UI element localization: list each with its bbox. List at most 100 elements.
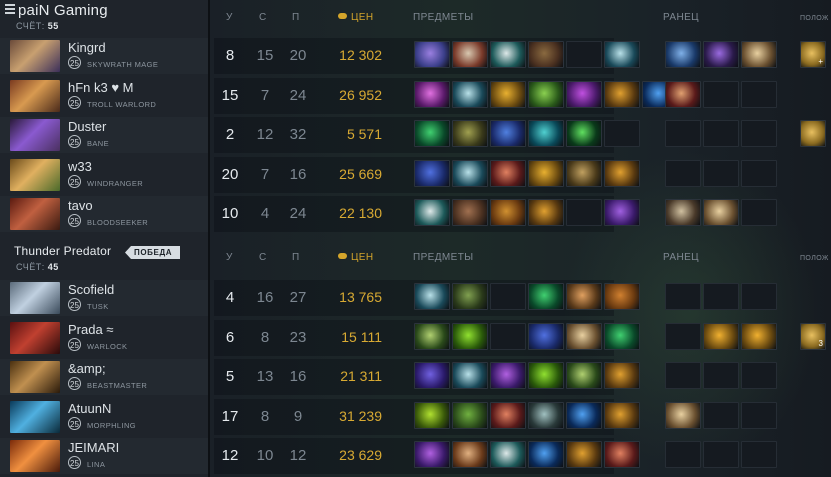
backpack-item-icon[interactable] (741, 323, 777, 350)
item-icon[interactable] (604, 81, 640, 108)
backpack-item-icon[interactable] (741, 41, 777, 68)
item-icon[interactable] (452, 283, 488, 310)
player-card[interactable]: w33 25 WINDRANGER (0, 157, 208, 193)
empty-slot[interactable] (741, 199, 777, 226)
item-icon[interactable] (528, 120, 564, 147)
item-icon[interactable] (452, 120, 488, 147)
empty-slot[interactable] (741, 283, 777, 310)
empty-slot[interactable] (703, 441, 739, 468)
item-icon[interactable] (528, 323, 564, 350)
item-icon[interactable] (566, 402, 602, 429)
item-icon[interactable] (566, 283, 602, 310)
item-icon[interactable] (452, 41, 488, 68)
item-icon[interactable] (452, 402, 488, 429)
item-icon[interactable] (414, 160, 450, 187)
neutral-item-icon[interactable] (800, 120, 826, 147)
player-card[interactable]: &amp; 25 BEASTMASTER (0, 359, 208, 395)
backpack-item-icon[interactable] (665, 402, 701, 429)
empty-slot[interactable] (703, 120, 739, 147)
item-icon[interactable] (566, 441, 602, 468)
backpack-item-icon[interactable] (703, 323, 739, 350)
empty-slot[interactable] (566, 199, 602, 226)
item-icon[interactable] (414, 199, 450, 226)
item-icon[interactable] (452, 323, 488, 350)
item-icon[interactable] (414, 81, 450, 108)
item-icon[interactable] (490, 441, 526, 468)
empty-slot[interactable] (703, 362, 739, 389)
item-icon[interactable] (452, 199, 488, 226)
item-icon[interactable] (490, 120, 526, 147)
item-icon[interactable] (528, 402, 564, 429)
item-icon[interactable] (528, 160, 564, 187)
player-card[interactable]: Duster 25 BANE (0, 117, 208, 153)
backpack-item-icon[interactable] (665, 41, 701, 68)
empty-slot[interactable] (665, 283, 701, 310)
item-icon[interactable] (452, 441, 488, 468)
item-icon[interactable] (566, 323, 602, 350)
player-card[interactable]: Prada ≈25 WARLOCK (0, 320, 208, 356)
empty-slot[interactable] (703, 81, 739, 108)
item-icon[interactable] (528, 199, 564, 226)
menu-icon[interactable] (5, 4, 15, 14)
backpack-item-icon[interactable] (665, 81, 701, 108)
neutral-item-icon[interactable]: 3 (800, 323, 826, 350)
empty-slot[interactable] (490, 323, 526, 350)
item-icon[interactable] (528, 41, 564, 68)
empty-slot[interactable] (490, 283, 526, 310)
item-icon[interactable] (490, 160, 526, 187)
item-icon[interactable] (414, 402, 450, 429)
item-icon[interactable] (604, 199, 640, 226)
empty-slot[interactable] (604, 120, 640, 147)
item-icon[interactable] (566, 362, 602, 389)
item-icon[interactable] (490, 362, 526, 389)
empty-slot[interactable] (703, 402, 739, 429)
backpack-item-icon[interactable] (665, 199, 701, 226)
empty-slot[interactable] (665, 441, 701, 468)
empty-slot[interactable] (741, 441, 777, 468)
empty-slot[interactable] (665, 120, 701, 147)
player-card[interactable]: hFn k3 ♥ M 25 TROLL WARLORD (0, 78, 208, 114)
item-icon[interactable] (528, 362, 564, 389)
item-icon[interactable] (490, 41, 526, 68)
item-icon[interactable] (490, 402, 526, 429)
empty-slot[interactable] (741, 362, 777, 389)
item-icon[interactable] (566, 120, 602, 147)
empty-slot[interactable] (665, 362, 701, 389)
item-icon[interactable] (604, 402, 640, 429)
item-icon[interactable] (604, 41, 640, 68)
backpack-item-icon[interactable] (703, 41, 739, 68)
item-icon[interactable] (604, 160, 640, 187)
item-icon[interactable] (414, 323, 450, 350)
item-icon[interactable] (414, 283, 450, 310)
empty-slot[interactable] (741, 160, 777, 187)
item-icon[interactable] (414, 120, 450, 147)
item-icon[interactable] (528, 81, 564, 108)
empty-slot[interactable] (665, 160, 701, 187)
item-icon[interactable] (490, 81, 526, 108)
player-card[interactable]: Kingrd 25 SKYWRATH MAGE (0, 38, 208, 74)
empty-slot[interactable] (703, 160, 739, 187)
item-icon[interactable] (490, 199, 526, 226)
empty-slot[interactable] (741, 402, 777, 429)
item-icon[interactable] (414, 362, 450, 389)
item-icon[interactable] (604, 441, 640, 468)
player-card[interactable]: Scofield 25 TUSK (0, 280, 208, 316)
item-icon[interactable] (604, 362, 640, 389)
item-icon[interactable] (528, 283, 564, 310)
empty-slot[interactable] (566, 41, 602, 68)
player-card[interactable]: tavo 25 BLOODSEEKER (0, 196, 208, 232)
empty-slot[interactable] (703, 283, 739, 310)
neutral-item-icon[interactable]: + (800, 41, 826, 68)
item-icon[interactable] (604, 283, 640, 310)
item-icon[interactable] (566, 160, 602, 187)
item-icon[interactable] (452, 362, 488, 389)
item-icon[interactable] (604, 323, 640, 350)
item-icon[interactable] (566, 81, 602, 108)
empty-slot[interactable] (665, 323, 701, 350)
item-icon[interactable] (452, 160, 488, 187)
player-card[interactable]: AtuunN 25 MORPHLING (0, 399, 208, 435)
item-icon[interactable] (414, 441, 450, 468)
backpack-item-icon[interactable] (703, 199, 739, 226)
item-icon[interactable] (414, 41, 450, 68)
empty-slot[interactable] (741, 120, 777, 147)
